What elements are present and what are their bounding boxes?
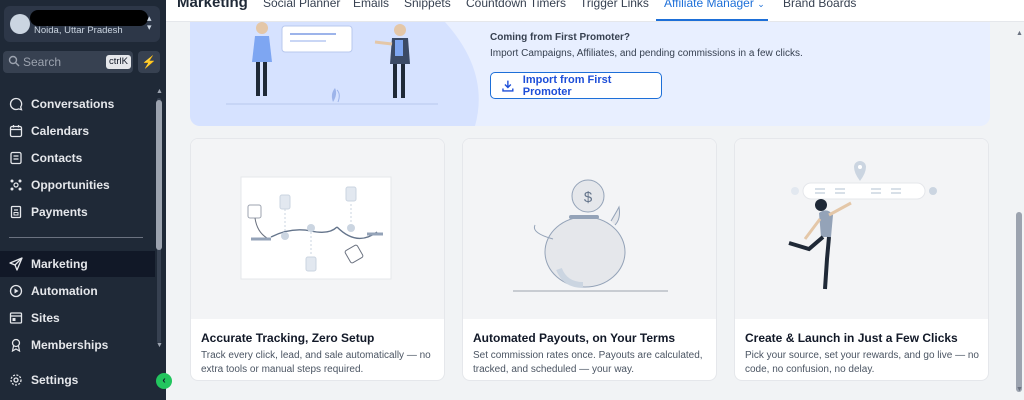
payments-icon: [10, 205, 22, 219]
search-placeholder: Search: [23, 55, 62, 69]
card-title: Create & Launch in Just a Few Clicks: [745, 331, 958, 345]
sidebar-item-conversations[interactable]: Conversations: [0, 91, 155, 117]
tracking-illustration: [191, 139, 444, 319]
automation-icon: [9, 284, 23, 298]
chevron-updown-icon: ▴ ▾: [147, 13, 152, 32]
feature-card-payouts: $ Automated Payouts, on Your Terms Set c…: [462, 138, 717, 381]
quick-actions-button[interactable]: ⚡: [138, 51, 160, 73]
sidebar-item-memberships[interactable]: Memberships: [0, 332, 155, 358]
sidebar-search[interactable]: Search ctrlK: [3, 51, 133, 73]
send-icon: [9, 257, 23, 271]
tab-label: Affiliate Manager: [664, 0, 754, 10]
sidebar-item-sites[interactable]: Sites: [0, 305, 155, 331]
sidebar-item-label: Sites: [31, 311, 60, 325]
piggy-bank-illustration: $: [463, 139, 716, 319]
contacts-icon: [10, 151, 22, 165]
tab-brand-boards[interactable]: Brand Boards: [783, 0, 856, 10]
sidebar-item-label: Payments: [31, 205, 88, 219]
search-icon: [8, 55, 20, 67]
tab-countdown-timers[interactable]: Countdown Timers: [466, 0, 566, 10]
scroll-up-arrow-icon[interactable]: ▲: [156, 88, 163, 95]
sidebar-item-automation[interactable]: Automation: [0, 278, 155, 304]
tab-social-planner[interactable]: Social Planner: [263, 0, 340, 10]
scroll-down-arrow-icon[interactable]: ▼: [156, 342, 163, 349]
banner-illustration: [190, 22, 479, 126]
gear-icon: [10, 374, 22, 386]
chat-icon: [9, 97, 23, 111]
tab-snippets[interactable]: Snippets: [404, 0, 451, 10]
import-button-label: Import from First Promoter: [522, 73, 612, 98]
sidebar-item-label: Conversations: [31, 97, 115, 111]
sidebar-item-opportunities[interactable]: Opportunities: [0, 172, 155, 198]
opportunities-icon: [10, 179, 22, 191]
sidebar-item-marketing[interactable]: Marketing: [0, 251, 155, 277]
location-subtitle: Noida, Uttar Pradesh: [34, 25, 123, 36]
page-title: Marketing: [177, 0, 248, 11]
sidebar-scrollbar[interactable]: ▲ ▼: [155, 88, 163, 352]
sidebar-item-contacts[interactable]: Contacts: [0, 145, 155, 171]
banner-description: Import Campaigns, Affiliates, and pendin…: [490, 48, 803, 59]
sidebar-scroll-thumb[interactable]: [156, 100, 162, 250]
main-scroll-thumb[interactable]: [1016, 212, 1022, 392]
card-title: Automated Payouts, on Your Terms: [473, 331, 676, 345]
feature-card-launch: Create & Launch in Just a Few Clicks Pic…: [734, 138, 989, 381]
sidebar-item-label: Marketing: [31, 257, 88, 271]
location-switcher[interactable]: Noida, Uttar Pradesh ▴ ▾: [4, 6, 160, 42]
banner-title: Coming from First Promoter?: [490, 32, 631, 43]
sidebar-item-label: Memberships: [31, 338, 109, 352]
location-avatar: [10, 14, 30, 34]
scroll-up-arrow-icon[interactable]: ▲: [1016, 30, 1023, 37]
launch-illustration: [735, 139, 988, 319]
download-icon: [502, 80, 514, 92]
sidebar-item-payments[interactable]: Payments: [0, 199, 155, 225]
tab-trigger-links[interactable]: Trigger Links: [580, 0, 649, 10]
search-shortcut-badge: ctrlK: [106, 55, 131, 69]
sidebar: Noida, Uttar Pradesh ▴ ▾ Search ctrlK ⚡ C…: [0, 0, 166, 400]
location-name-redacted: [30, 10, 148, 26]
scroll-down-arrow-icon[interactable]: ▼: [1016, 386, 1023, 393]
calendar-icon: [9, 125, 23, 138]
sidebar-item-label: Settings: [31, 373, 79, 387]
sites-icon: [9, 312, 23, 324]
import-from-first-promoter-button[interactable]: Import from First Promoter: [490, 72, 662, 99]
feature-card-tracking: Accurate Tracking, Zero Setup Track ever…: [190, 138, 445, 381]
chevron-down-icon: ⌄: [757, 0, 765, 9]
tab-affiliate-manager[interactable]: Affiliate Manager ⌄: [664, 0, 765, 10]
active-tab-indicator: [656, 19, 768, 21]
card-description: Track every click, lead, and sale automa…: [201, 350, 431, 375]
sidebar-item-label: Automation: [31, 284, 98, 298]
svg-text:$: $: [584, 189, 593, 206]
main-scrollbar[interactable]: ▲ ▼: [1014, 22, 1024, 400]
import-banner: Coming from First Promoter? Import Campa…: [190, 22, 990, 126]
sidebar-item-label: Opportunities: [31, 178, 110, 192]
card-title: Accurate Tracking, Zero Setup: [201, 331, 375, 345]
top-navigation: Marketing Social Planner Emails Snippets…: [166, 0, 1024, 22]
tab-emails[interactable]: Emails: [353, 0, 389, 10]
sidebar-item-calendars[interactable]: Calendars: [0, 118, 155, 144]
sidebar-item-settings[interactable]: Settings: [0, 367, 155, 393]
card-description: Set commission rates once. Payouts are c…: [473, 350, 703, 375]
sidebar-divider: [9, 237, 143, 238]
bolt-icon: ⚡: [141, 55, 157, 69]
sidebar-item-label: Calendars: [31, 124, 90, 138]
card-description: Pick your source, set your rewards, and …: [745, 350, 979, 375]
sidebar-item-label: Contacts: [31, 151, 83, 165]
main-content: Coming from First Promoter? Import Campa…: [166, 22, 1014, 400]
memberships-icon: [11, 338, 21, 352]
